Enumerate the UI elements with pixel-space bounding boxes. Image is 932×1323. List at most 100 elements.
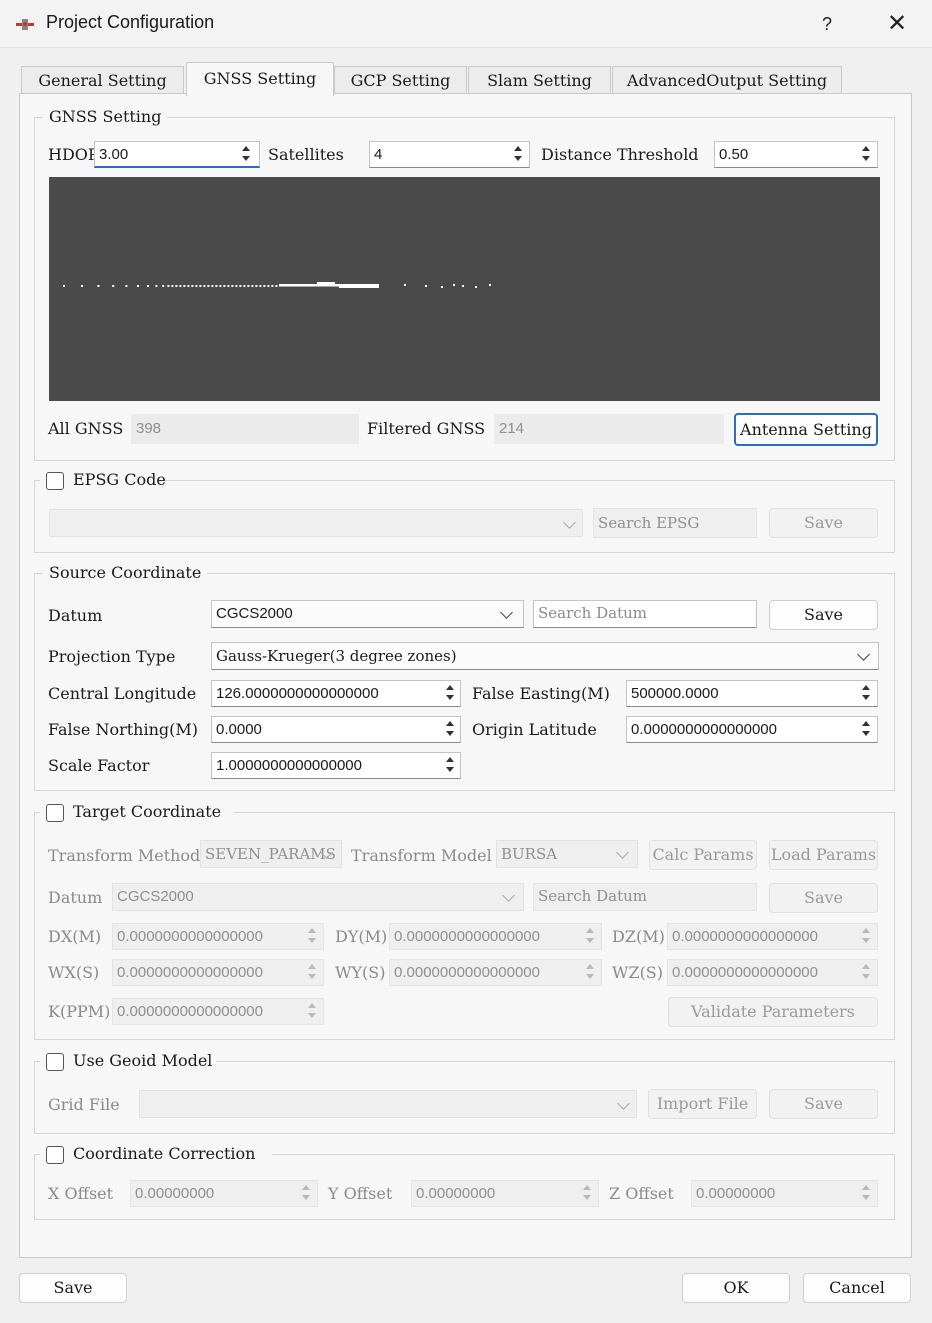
source-datum-select[interactable]: CGCS2000 bbox=[211, 600, 524, 628]
trajectory-point bbox=[259, 285, 262, 287]
origin-latitude-input[interactable]: 0.0000000000000000 bbox=[626, 716, 878, 743]
k-ppm-input[interactable]: 0.0000000000000000 bbox=[112, 998, 324, 1025]
tab-general-setting[interactable]: General Setting bbox=[21, 66, 184, 94]
hdop-spinner[interactable] bbox=[238, 142, 254, 167]
distance-threshold-input[interactable]: 0.50 bbox=[714, 141, 878, 168]
scale-factor-input[interactable]: 1.0000000000000000 bbox=[211, 752, 461, 779]
trajectory-point bbox=[175, 285, 178, 287]
satellites-spinner[interactable] bbox=[510, 142, 526, 167]
grid-file-select[interactable] bbox=[139, 1090, 637, 1118]
search-epsg-input[interactable]: Search EPSG bbox=[593, 508, 757, 538]
trajectory-point bbox=[211, 285, 214, 287]
tab-advancedoutput-setting[interactable]: AdvancedOutput Setting bbox=[612, 66, 842, 94]
target-coordinate-checkbox[interactable] bbox=[46, 804, 64, 822]
trajectory-point bbox=[255, 285, 258, 287]
help-icon[interactable]: ? bbox=[812, 8, 842, 40]
trajectory-point bbox=[243, 285, 246, 287]
trajectory-point bbox=[441, 286, 443, 288]
app-icon bbox=[16, 19, 34, 30]
dz-input[interactable]: 0.0000000000000000 bbox=[667, 923, 878, 950]
tab-gnss-setting[interactable]: GNSS Setting bbox=[186, 62, 334, 96]
false-easting-input[interactable]: 500000.0000 bbox=[626, 680, 878, 707]
hdop-input[interactable]: 3.00 bbox=[94, 141, 260, 168]
geoid-title: Use Geoid Model bbox=[73, 1051, 213, 1070]
k-ppm-spinner[interactable] bbox=[304, 999, 320, 1024]
trajectory-point bbox=[239, 285, 242, 287]
trajectory-point bbox=[462, 285, 464, 287]
coordinate-correction-checkbox[interactable] bbox=[46, 1146, 64, 1164]
target-save-button[interactable]: Save bbox=[769, 883, 878, 913]
dz-spinner[interactable] bbox=[858, 924, 874, 949]
trajectory-point bbox=[167, 285, 170, 287]
origin-latitude-spinner[interactable] bbox=[858, 717, 874, 742]
wz-spinner[interactable] bbox=[858, 960, 874, 985]
tab-slam-setting[interactable]: Slam Setting bbox=[468, 66, 611, 94]
ok-button[interactable]: OK bbox=[682, 1273, 790, 1303]
x-offset-spinner[interactable] bbox=[298, 1181, 314, 1206]
antenna-setting-button[interactable]: Antenna Setting bbox=[734, 413, 878, 446]
false-northing-spinner[interactable] bbox=[442, 717, 458, 742]
distance-threshold-spinner[interactable] bbox=[858, 142, 874, 167]
false-northing-input[interactable]: 0.0000 bbox=[211, 716, 461, 743]
calc-params-button[interactable]: Calc Params bbox=[649, 840, 757, 870]
trajectory-point bbox=[404, 284, 406, 286]
trajectory-point bbox=[223, 285, 226, 287]
wx-spinner[interactable] bbox=[304, 960, 320, 985]
projection-type-select[interactable]: Gauss-Krueger(3 degree zones) bbox=[211, 642, 879, 670]
close-icon[interactable]: ✕ bbox=[880, 8, 914, 40]
central-longitude-spinner[interactable] bbox=[442, 681, 458, 706]
load-params-button[interactable]: Load Params bbox=[769, 840, 878, 870]
dy-input[interactable]: 0.0000000000000000 bbox=[389, 923, 602, 950]
central-longitude-input[interactable]: 126.0000000000000000 bbox=[211, 680, 461, 707]
z-offset-spinner[interactable] bbox=[858, 1181, 874, 1206]
epsg-checkbox[interactable] bbox=[46, 472, 64, 490]
dx-input[interactable]: 0.0000000000000000 bbox=[112, 923, 324, 950]
source-save-button[interactable]: Save bbox=[769, 600, 878, 630]
tab-gcp-setting[interactable]: GCP Setting bbox=[334, 66, 467, 94]
trajectory-point bbox=[147, 285, 149, 287]
y-offset-spinner[interactable] bbox=[579, 1181, 595, 1206]
x-offset-input[interactable]: 0.00000000 bbox=[130, 1180, 318, 1207]
target-search-datum-input[interactable]: Search Datum bbox=[533, 883, 757, 911]
false-easting-spinner[interactable] bbox=[858, 681, 874, 706]
trajectory-point bbox=[489, 284, 491, 286]
y-offset-label: Y Offset bbox=[328, 1184, 393, 1203]
window-title: Project Configuration bbox=[46, 12, 215, 32]
scale-factor-label: Scale Factor bbox=[48, 756, 150, 775]
projection-type-label: Projection Type bbox=[48, 647, 176, 666]
trajectory-point bbox=[271, 285, 274, 287]
transform-model-label: Transform Model bbox=[351, 846, 492, 865]
x-offset-label: X Offset bbox=[48, 1184, 114, 1203]
trajectory-point bbox=[275, 285, 278, 287]
wy-spinner[interactable] bbox=[582, 960, 598, 985]
epsg-save-button[interactable]: Save bbox=[769, 508, 878, 538]
dx-spinner[interactable] bbox=[304, 924, 320, 949]
trajectory-point bbox=[97, 285, 100, 287]
wx-input[interactable]: 0.0000000000000000 bbox=[112, 959, 324, 986]
wz-input[interactable]: 0.0000000000000000 bbox=[667, 959, 878, 986]
dy-spinner[interactable] bbox=[582, 924, 598, 949]
target-datum-label: Datum bbox=[48, 888, 103, 907]
wz-label: WZ(S) bbox=[612, 963, 664, 982]
trajectory-point bbox=[475, 286, 477, 288]
footer-save-button[interactable]: Save bbox=[19, 1273, 127, 1303]
z-offset-input[interactable]: 0.00000000 bbox=[691, 1180, 878, 1207]
wy-input[interactable]: 0.0000000000000000 bbox=[389, 959, 602, 986]
trajectory-point bbox=[215, 285, 218, 287]
import-file-button[interactable]: Import File bbox=[648, 1089, 757, 1119]
target-datum-select[interactable]: CGCS2000 bbox=[112, 883, 524, 911]
source-search-datum-input[interactable]: Search Datum bbox=[533, 600, 757, 628]
origin-latitude-label: Origin Latitude bbox=[472, 720, 597, 739]
geoid-save-button[interactable]: Save bbox=[769, 1089, 878, 1119]
y-offset-input[interactable]: 0.00000000 bbox=[411, 1180, 599, 1207]
scale-factor-spinner[interactable] bbox=[442, 753, 458, 778]
all-gnss-label: All GNSS bbox=[48, 419, 124, 438]
dz-label: DZ(M) bbox=[612, 927, 665, 946]
satellites-input[interactable]: 4 bbox=[369, 141, 530, 168]
epsg-select[interactable] bbox=[49, 509, 583, 537]
cancel-button[interactable]: Cancel bbox=[803, 1273, 911, 1303]
trajectory-point bbox=[199, 285, 202, 287]
geoid-checkbox[interactable] bbox=[46, 1053, 64, 1071]
filtered-gnss-label: Filtered GNSS bbox=[367, 419, 486, 438]
validate-parameters-button[interactable]: Validate Parameters bbox=[668, 997, 878, 1027]
